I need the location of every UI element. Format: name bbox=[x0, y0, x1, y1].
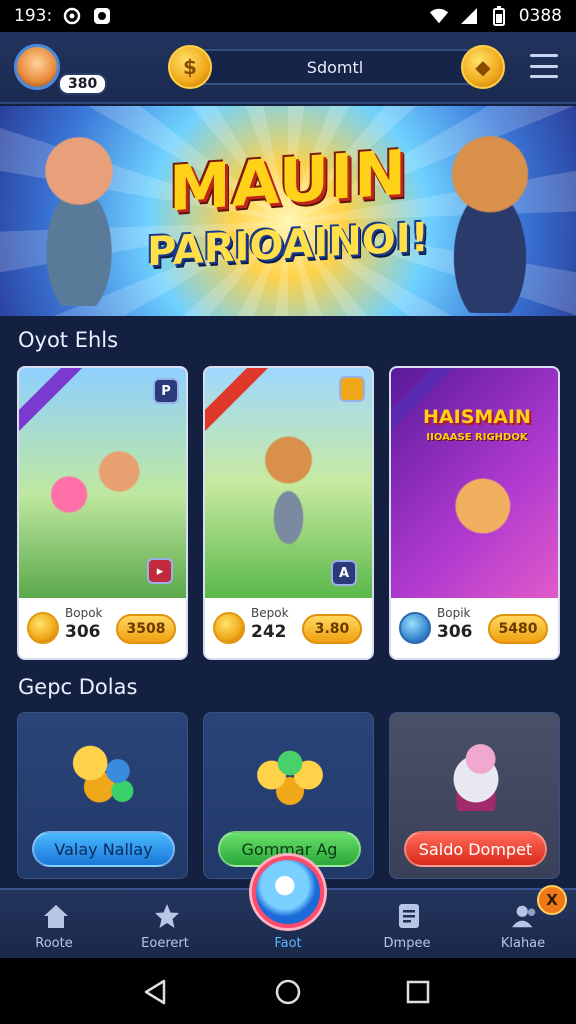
status-time: 193: bbox=[14, 6, 53, 26]
star-icon bbox=[153, 902, 181, 930]
level-badge: 380 bbox=[58, 73, 108, 95]
search-input[interactable]: Sdomtl bbox=[176, 49, 494, 85]
nav-item-documents[interactable]: Dmpee bbox=[357, 890, 457, 960]
menu-line bbox=[530, 75, 558, 78]
corner-badge: A bbox=[331, 560, 357, 586]
gold-blocks-icon bbox=[244, 731, 336, 811]
promo-banner[interactable]: MAUIN PARIOAINOI! bbox=[0, 106, 576, 316]
globe-icon bbox=[399, 612, 431, 644]
gem-icon[interactable]: ◆ bbox=[461, 45, 505, 89]
card-count: 306 bbox=[65, 622, 101, 642]
home-icon bbox=[42, 902, 70, 930]
deal-button[interactable]: Saldo Dompet bbox=[404, 831, 547, 867]
card-info: Bepok 242 3.80 bbox=[205, 598, 372, 658]
game-card[interactable]: HAISMAIN IIOAASE RIGHDOK Bopik 306 5480 bbox=[389, 366, 560, 660]
coin-icon bbox=[213, 612, 245, 644]
nav-item-home[interactable]: Roote bbox=[4, 890, 104, 960]
center-fab-button[interactable] bbox=[252, 856, 324, 928]
play-icon[interactable]: ▸ bbox=[147, 558, 173, 584]
game-card[interactable]: A Bepok 242 3.80 bbox=[203, 366, 374, 660]
price-button[interactable]: 5480 bbox=[488, 614, 548, 644]
menu-button[interactable] bbox=[530, 54, 558, 78]
nav-label: Klahae bbox=[500, 936, 546, 951]
users-icon bbox=[511, 902, 539, 930]
recents-icon[interactable] bbox=[404, 978, 432, 1006]
art-subtitle: IIOAASE RIGHDOK bbox=[426, 432, 528, 443]
art-title: HAISMAIN bbox=[423, 406, 531, 428]
menu-line bbox=[530, 54, 558, 57]
deal-card[interactable]: Valay Nallay bbox=[17, 712, 188, 879]
card-count: 306 bbox=[437, 622, 473, 642]
card-count: 242 bbox=[251, 622, 287, 642]
corner-badge: P bbox=[153, 378, 179, 404]
card-label: Bopok bbox=[65, 606, 103, 620]
coin-badge-icon bbox=[339, 376, 365, 402]
nav-item-events[interactable]: Eoerert bbox=[115, 890, 215, 960]
treasure-box-icon bbox=[430, 731, 522, 811]
search-text: Sdomtl bbox=[306, 57, 364, 77]
coin-icon bbox=[27, 612, 59, 644]
games-section-title: Oyot Ehls bbox=[18, 328, 119, 352]
coin-icon[interactable]: $ bbox=[168, 45, 212, 89]
app-notification-icon bbox=[92, 6, 112, 26]
status-bar: 193: 0388 bbox=[0, 0, 576, 32]
avatar[interactable] bbox=[14, 44, 60, 90]
card-label: Bepok bbox=[251, 606, 289, 620]
deals-section-title: Gepc Dolas bbox=[18, 675, 138, 699]
gold-blocks-icon bbox=[58, 731, 150, 811]
nav-label: Eoerert bbox=[141, 936, 189, 951]
top-bar: 380 Sdomtl $ ◆ bbox=[0, 32, 576, 104]
nav-label: Dmpee bbox=[383, 936, 431, 951]
battery-text: 0388 bbox=[518, 6, 562, 26]
document-icon bbox=[395, 902, 423, 930]
signal-icon bbox=[459, 6, 479, 26]
price-button[interactable]: 3508 bbox=[116, 614, 176, 644]
price-button[interactable]: 3.80 bbox=[302, 614, 362, 644]
deal-card[interactable]: Saldo Dompet bbox=[389, 712, 560, 879]
system-nav-bar bbox=[0, 958, 576, 1024]
back-icon[interactable] bbox=[142, 978, 170, 1006]
card-info: Bopik 306 5480 bbox=[391, 598, 558, 658]
game-card[interactable]: P ▸ Bopok 306 3508 bbox=[17, 366, 188, 660]
deal-card[interactable]: Gommar Ag bbox=[203, 712, 374, 879]
card-info: Bopok 306 3508 bbox=[19, 598, 186, 658]
battery-icon bbox=[489, 6, 509, 26]
nav-label: Faot bbox=[274, 936, 302, 951]
deal-button[interactable]: Valay Nallay bbox=[32, 831, 175, 867]
wifi-icon bbox=[429, 6, 449, 26]
notification-icon bbox=[62, 6, 82, 26]
notification-badge[interactable]: X bbox=[537, 885, 567, 915]
nav-label: Roote bbox=[35, 936, 73, 951]
menu-line bbox=[530, 64, 558, 68]
home-button-icon[interactable] bbox=[274, 978, 302, 1006]
card-label: Bopik bbox=[437, 606, 471, 620]
